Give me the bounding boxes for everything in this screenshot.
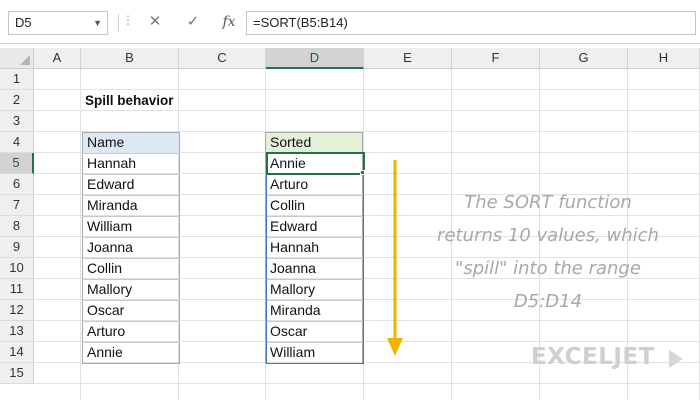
table-row-divider <box>82 258 180 259</box>
table-border <box>82 132 180 364</box>
row-header-2[interactable]: 2 <box>0 90 34 111</box>
row-header-6[interactable]: 6 <box>0 174 34 195</box>
name-box-value: D5 <box>15 15 32 30</box>
row-header-13[interactable]: 13 <box>0 321 34 342</box>
annotation-text: The SORT function returns 10 values, whi… <box>418 186 678 318</box>
row-header-15[interactable]: 15 <box>0 363 34 384</box>
table-row-divider <box>82 279 180 280</box>
formula-text: =SORT(B5:B14) <box>253 15 348 30</box>
row-header-9[interactable]: 9 <box>0 237 34 258</box>
gridline-horizontal <box>34 383 700 384</box>
exceljet-logo: EXCELJET <box>531 344 655 370</box>
table-row-divider <box>82 216 180 217</box>
confirm-button[interactable]: ✓ <box>180 10 206 34</box>
row-header-7[interactable]: 7 <box>0 195 34 216</box>
select-all-icon <box>20 55 30 65</box>
cancel-button[interactable]: ✕ <box>142 10 168 34</box>
row-header-14[interactable]: 14 <box>0 342 34 363</box>
column-header-f[interactable]: F <box>452 48 540 69</box>
sheet-title[interactable]: Spill behavior <box>81 90 281 111</box>
formula-bar-separator <box>118 14 119 32</box>
row-header-4[interactable]: 4 <box>0 132 34 153</box>
exceljet-logo-icon <box>669 350 683 368</box>
row-header-12[interactable]: 12 <box>0 300 34 321</box>
annotation-line: "spill" into the range <box>455 258 641 279</box>
arrow-down-icon <box>387 160 403 356</box>
row-header-1[interactable]: 1 <box>0 69 34 90</box>
check-icon: ✓ <box>186 13 200 30</box>
table-row-divider <box>82 342 180 343</box>
row-header-10[interactable]: 10 <box>0 258 34 279</box>
close-icon: ✕ <box>148 13 162 30</box>
row-header-8[interactable]: 8 <box>0 216 34 237</box>
more-options-icon[interactable]: ⋮ <box>122 13 134 27</box>
fill-handle[interactable] <box>360 170 365 175</box>
column-header-e[interactable]: E <box>364 48 452 69</box>
column-header-h[interactable]: H <box>628 48 700 69</box>
column-header-c[interactable]: C <box>179 48 266 69</box>
chevron-down-icon[interactable]: ▼ <box>93 12 102 34</box>
table-row-divider <box>82 195 180 196</box>
name-box[interactable]: D5 ▼ <box>8 11 108 35</box>
annotation-line: D5:D14 <box>513 291 583 312</box>
active-cell-selection[interactable] <box>266 152 365 175</box>
table-row-divider <box>82 321 180 322</box>
gridline-vertical <box>80 69 81 400</box>
insert-function-button[interactable]: fx <box>216 10 242 34</box>
column-header-b[interactable]: B <box>81 48 179 69</box>
formula-input[interactable]: =SORT(B5:B14) <box>246 11 696 35</box>
select-all-button[interactable] <box>0 48 34 69</box>
table-row-divider <box>82 153 180 154</box>
column-header-d[interactable]: D <box>266 48 364 69</box>
table-row-divider <box>82 237 180 238</box>
column-header-g[interactable]: G <box>540 48 628 69</box>
formula-bar: D5 ▼ ⋮ ✕ ✓ fx =SORT(B5:B14) <box>0 0 700 44</box>
row-header-11[interactable]: 11 <box>0 279 34 300</box>
row-header-3[interactable]: 3 <box>0 111 34 132</box>
row-header-5[interactable]: 5 <box>0 153 34 174</box>
spill-range-border <box>266 153 364 364</box>
column-header-a[interactable]: A <box>34 48 81 69</box>
table-row-divider <box>82 174 180 175</box>
fx-icon: fx <box>222 14 236 30</box>
table-row-divider <box>82 300 180 301</box>
annotation-line: The SORT function <box>464 192 632 213</box>
annotation-line: returns 10 values, which <box>437 225 659 246</box>
